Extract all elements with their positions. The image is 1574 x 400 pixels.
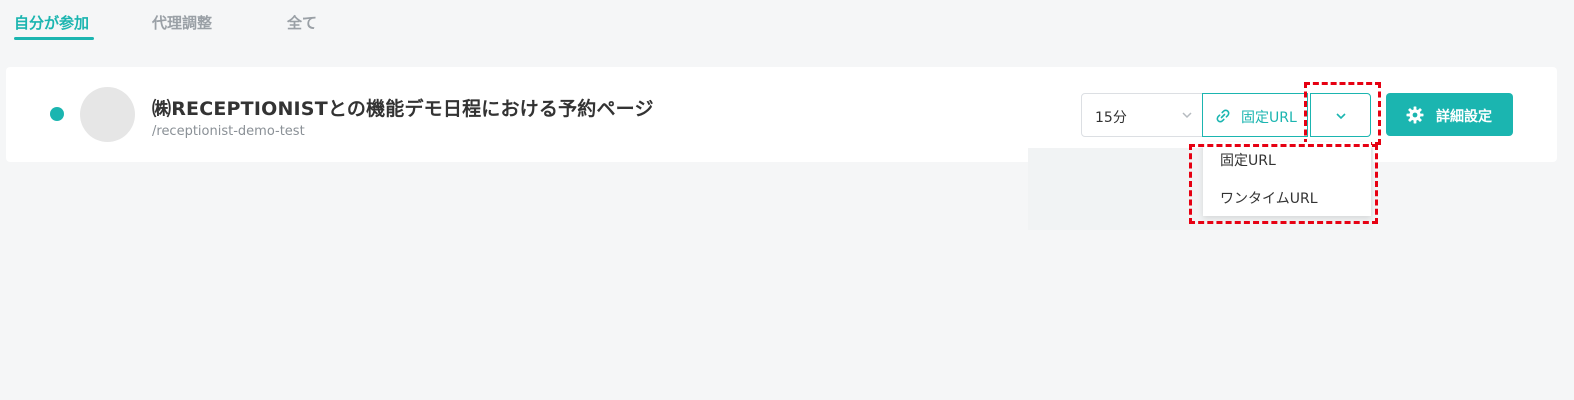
menu-item-fixed-url[interactable]: 固定URL <box>1220 150 1276 170</box>
event-title[interactable]: ㈱RECEPTIONISTとの機能デモ日程における予約ページ <box>152 94 654 121</box>
chevron-down-icon <box>1182 112 1192 119</box>
duration-select[interactable]: 15分 <box>1081 93 1203 137</box>
tab-self-participating[interactable]: 自分が参加 <box>14 12 89 33</box>
avatar <box>80 87 135 142</box>
gear-icon <box>1406 106 1424 124</box>
tab-bar: 自分が参加 代理調整 全て <box>0 0 1574 44</box>
fixed-url-label: 固定URL <box>1241 110 1297 126</box>
url-type-dropdown-toggle[interactable] <box>1310 93 1371 137</box>
active-tab-indicator <box>14 37 94 40</box>
duration-value: 15分 <box>1095 110 1127 126</box>
tab-proxy-adjustment[interactable]: 代理調整 <box>152 12 212 33</box>
details-settings-label: 詳細設定 <box>1436 109 1492 125</box>
tab-all[interactable]: 全て <box>287 12 317 33</box>
chevron-down-icon <box>1336 113 1346 120</box>
details-settings-button[interactable]: 詳細設定 <box>1386 93 1513 136</box>
link-icon <box>1216 109 1230 123</box>
fixed-url-button[interactable]: 固定URL <box>1202 93 1308 137</box>
menu-item-onetime-url[interactable]: ワンタイムURL <box>1220 188 1318 208</box>
url-type-dropdown-menu: 固定URL ワンタイムURL <box>1203 142 1371 216</box>
status-indicator <box>50 107 64 121</box>
event-slug: /receptionist-demo-test <box>152 124 305 139</box>
